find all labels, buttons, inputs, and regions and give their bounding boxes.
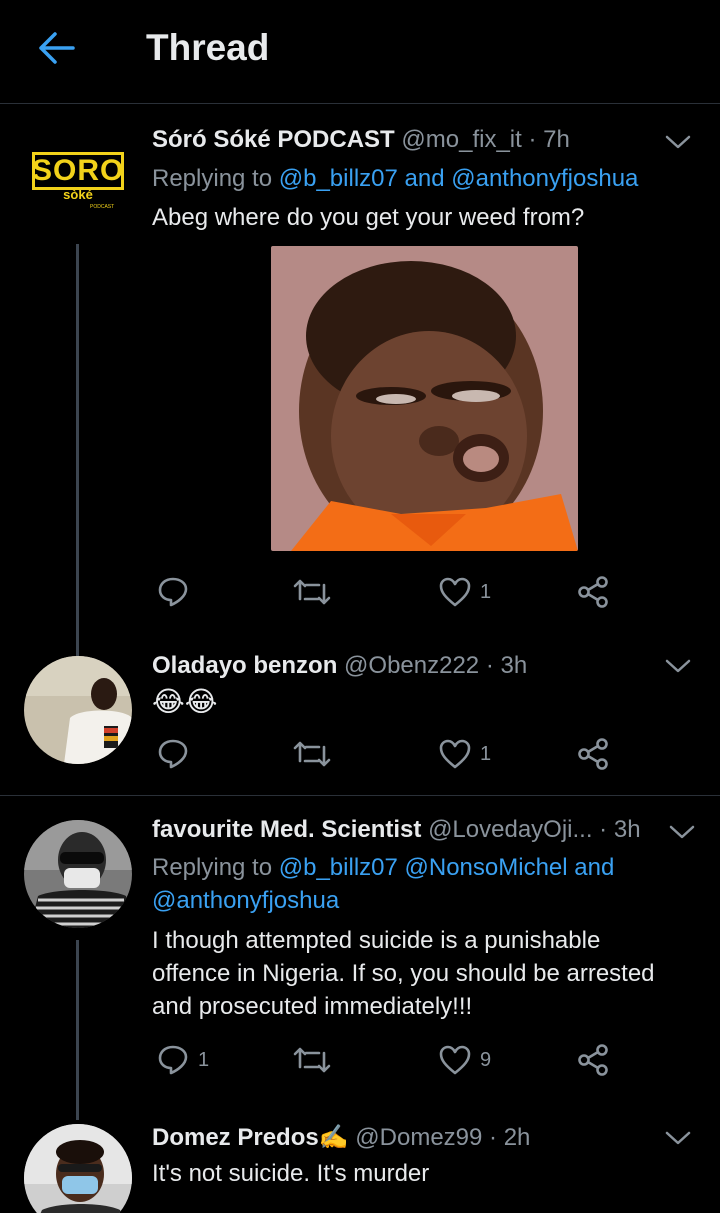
retweet-button[interactable] [292,1040,332,1080]
name-emoji: ✍️ [318,1124,349,1151]
timestamp: 2h [503,1124,531,1151]
display-name[interactable]: favourite Med. Scientist [152,816,421,843]
mention-link[interactable]: @b_billz07 @NonsoMichel and [279,854,615,881]
tweet-text: I though attempted suicide is a punishab… [152,924,680,1023]
avatar-photo [24,1124,132,1213]
like-count: 9 [480,1048,492,1071]
chevron-down-icon[interactable] [668,822,696,842]
tweet-meta: favourite Med. Scientist @LovedayOji... … [152,814,670,846]
share-button[interactable] [576,1040,610,1080]
user-handle[interactable]: @LovedayOji... [428,816,592,843]
separator-dot: · [599,816,608,843]
thread-line [76,940,79,1120]
reply-icon [158,1045,188,1075]
tweet-text: It's not suicide. It's murder [152,1160,430,1187]
retweet-icon [293,1047,331,1073]
avatar-photo [24,820,132,928]
tweet-meta: Domez Predos✍️ @Domez99 · 2h [152,1122,660,1154]
tweet-text-line: and prosecuted immediately!!! [152,993,473,1020]
like-button[interactable]: 9 [438,1040,491,1080]
tweet-text-line: I though attempted suicide is a punishab… [152,927,601,954]
user-handle[interactable]: @Domez99 [355,1124,482,1151]
tweet-actions: 1 9 [152,1040,622,1080]
separator-dot: · [489,1124,498,1151]
display-name[interactable]: Domez Predos [152,1124,319,1151]
timestamp: 3h [613,816,641,843]
reply-button[interactable]: 1 [156,1040,209,1080]
replying-prefix: Replying to [152,854,273,881]
replying-to: Replying to @b_billz07 @NonsoMichel and … [152,851,680,917]
mention-link[interactable]: @anthonyfjoshua [152,884,680,917]
reply-count: 1 [198,1048,210,1071]
tweet-favourite-med-scientist[interactable]: favourite Med. Scientist @LovedayOji... … [0,0,720,1213]
share-icon [578,1044,608,1076]
avatar-favourite-med[interactable] [24,820,132,928]
like-icon [439,1045,471,1075]
chevron-down-icon[interactable] [664,1128,692,1148]
tweet-text-line: offence in Nigeria. If so, you should be… [152,960,655,987]
avatar-domez[interactable] [24,1124,132,1213]
